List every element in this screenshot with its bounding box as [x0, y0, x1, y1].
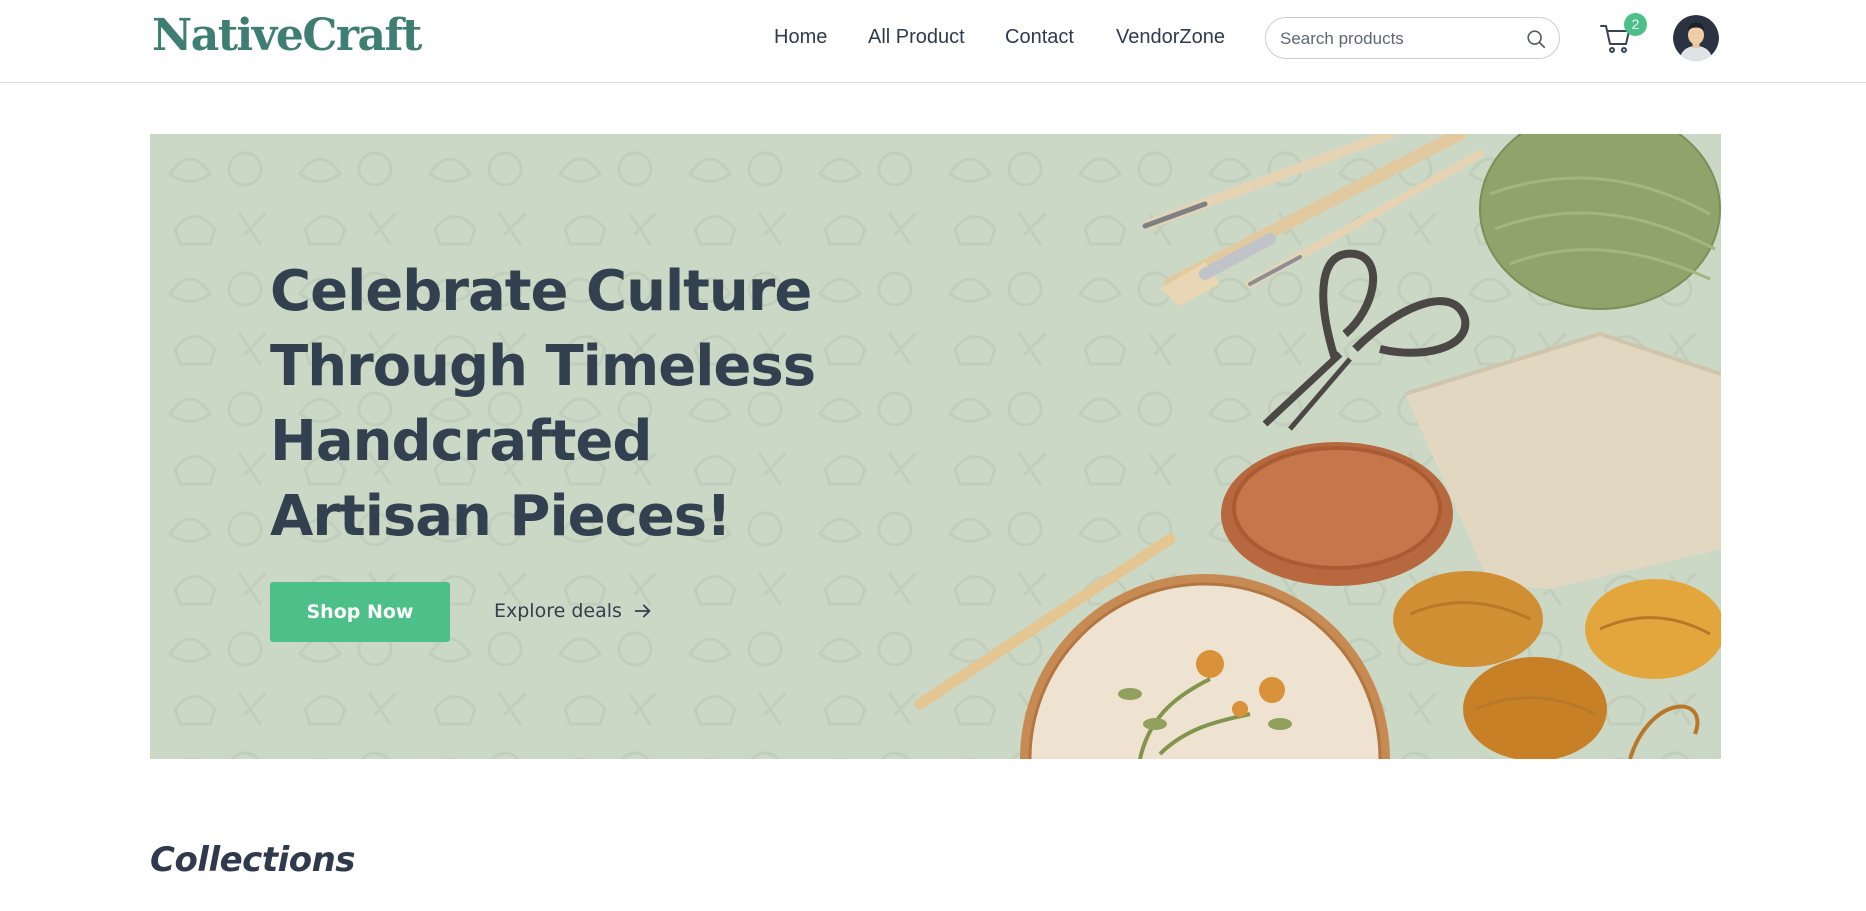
- arrow-right-icon: [634, 604, 651, 618]
- hero-banner: Celebrate Culture Through Timeless Handc…: [150, 134, 1721, 759]
- explore-deals-label: Explore deals: [494, 600, 622, 622]
- site-header: NativeCraft Home All Product Contact Ven…: [0, 0, 1866, 83]
- shop-now-button[interactable]: Shop Now: [270, 582, 450, 642]
- explore-deals-link[interactable]: Explore deals: [494, 600, 654, 622]
- nav-vendorzone[interactable]: VendorZone: [1116, 26, 1225, 49]
- nav-all-product[interactable]: All Product: [868, 26, 965, 49]
- brand-logo[interactable]: NativeCraft: [152, 10, 422, 61]
- cart-count-badge: 2: [1624, 13, 1647, 36]
- search-input[interactable]: [1280, 27, 1510, 51]
- hero-headline: Celebrate Culture Through Timeless Handc…: [270, 259, 816, 549]
- search-box: [1265, 17, 1560, 59]
- search-icon[interactable]: [1525, 28, 1547, 50]
- nav-home[interactable]: Home: [774, 26, 827, 49]
- user-avatar[interactable]: [1673, 15, 1719, 61]
- nav-contact[interactable]: Contact: [1005, 26, 1074, 49]
- collections-heading: Collections: [150, 840, 356, 880]
